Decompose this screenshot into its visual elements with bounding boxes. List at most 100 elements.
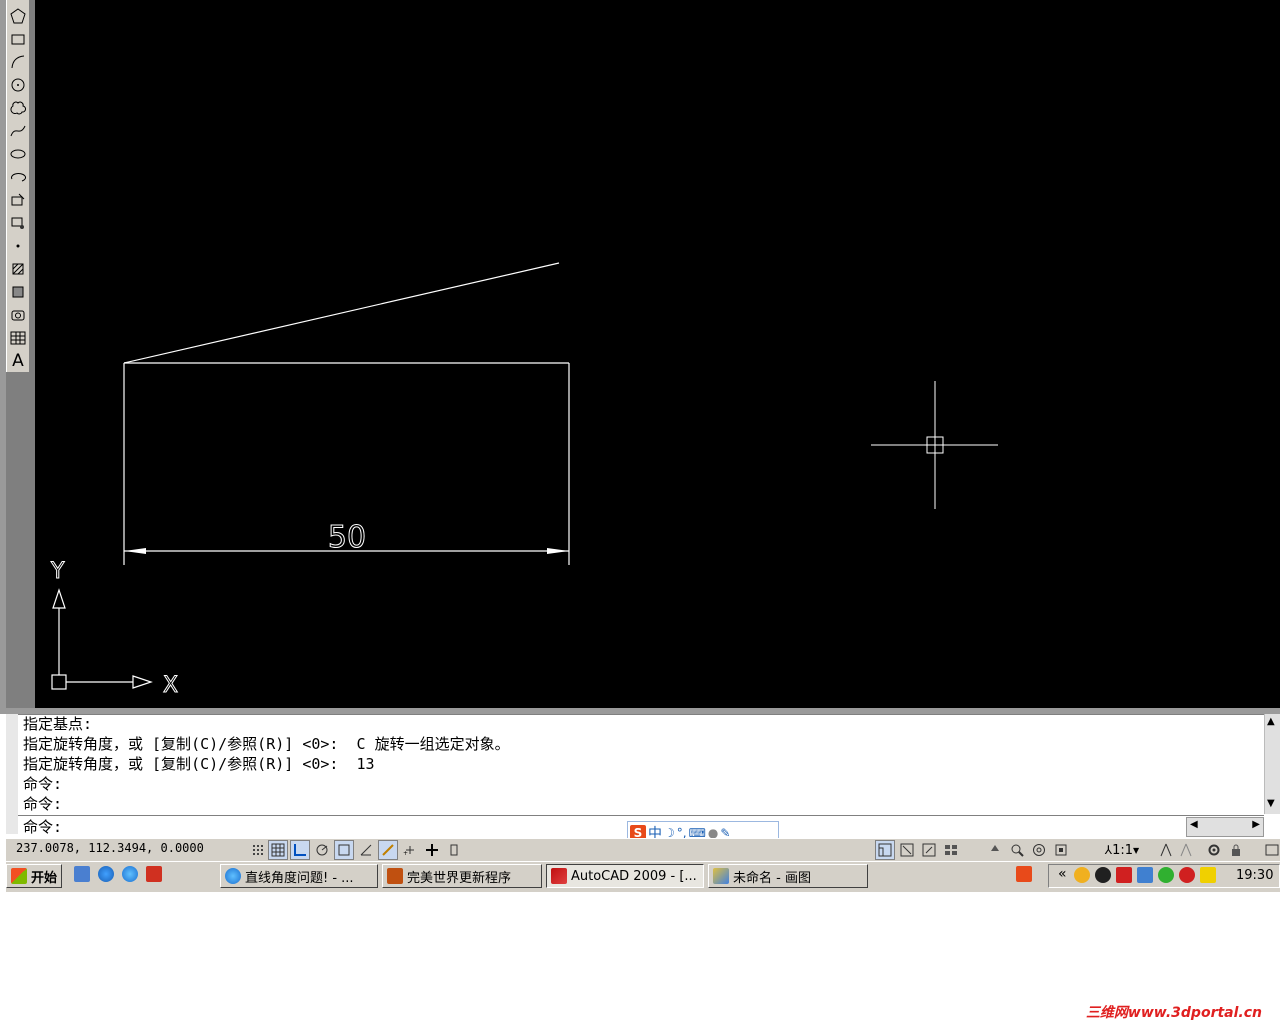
command-window-grip[interactable] <box>6 714 18 834</box>
sogou-taskbar-icon[interactable] <box>1016 866 1032 882</box>
auto-scale-icon[interactable] <box>1176 840 1196 860</box>
svg-text:+: + <box>403 850 408 857</box>
scroll-up-icon[interactable]: ▲ <box>1267 716 1275 727</box>
scroll-left-icon[interactable]: ◀ <box>1190 819 1198 830</box>
otrack-icon[interactable] <box>356 840 376 860</box>
task-label: 完美世界更新程序 <box>407 870 512 886</box>
region-icon[interactable] <box>9 305 27 325</box>
annotation-scale-value: 1:1 <box>1112 842 1134 858</box>
annotation-visibility-icon[interactable] <box>1156 840 1176 860</box>
toolbar-dock-area <box>6 372 29 712</box>
quick-launch <box>74 866 162 882</box>
ortho-mode-icon[interactable] <box>290 840 310 860</box>
task-ie-window[interactable]: 直线角度问题! - ... <box>220 864 378 888</box>
scroll-right-icon[interactable]: ▶ <box>1252 819 1260 830</box>
tray-icons <box>1074 867 1216 883</box>
chevron-down-icon: ▼ <box>1133 845 1140 855</box>
command-history-line: 命令: <box>23 775 63 793</box>
globe-icon[interactable] <box>98 866 114 882</box>
spline-icon[interactable] <box>9 121 27 141</box>
game-updater-icon <box>387 868 403 884</box>
watermark: 三维网www.3dportal.cn <box>1085 1005 1262 1021</box>
task-paint[interactable]: 未命名 - 画图 <box>708 864 868 888</box>
pan-icon[interactable] <box>985 840 1005 860</box>
scroll-down-icon[interactable]: ▼ <box>1267 798 1275 809</box>
showmotion-icon[interactable] <box>1051 840 1071 860</box>
make-block-icon[interactable] <box>9 213 27 233</box>
circle-icon[interactable] <box>9 75 27 95</box>
network-icon[interactable] <box>1137 867 1153 883</box>
crosshair-cursor <box>871 381 998 509</box>
paint-icon <box>713 868 729 884</box>
drawing-canvas[interactable]: 50 Y X <box>35 0 1280 708</box>
ie-icon[interactable] <box>122 866 138 882</box>
autocad-icon <box>551 868 567 884</box>
polygon-icon[interactable] <box>9 6 27 26</box>
point-icon[interactable] <box>9 236 27 256</box>
dimension-text: 50 <box>328 520 366 555</box>
security-icon[interactable] <box>1116 867 1132 883</box>
polar-tracking-icon[interactable] <box>312 840 332 860</box>
ellipse-arc-icon[interactable] <box>9 167 27 187</box>
clean-screen-icon[interactable] <box>1262 840 1280 860</box>
horizontal-scrollbar[interactable]: ◀ ▶ <box>1186 817 1264 837</box>
gradient-icon[interactable] <box>9 282 27 302</box>
snap-mode-icon[interactable] <box>248 840 268 860</box>
model-space-icon[interactable] <box>875 840 895 860</box>
quick-properties-icon[interactable] <box>444 840 464 860</box>
ucs-x-label: X <box>163 673 178 698</box>
rectangle-icon[interactable] <box>9 29 27 49</box>
windows-logo-icon <box>11 868 27 884</box>
ucs-y-label: Y <box>50 559 65 584</box>
qq-icon[interactable] <box>1095 867 1111 883</box>
lock-icon[interactable] <box>1226 840 1246 860</box>
update-icon[interactable] <box>1158 867 1174 883</box>
command-scrollbar[interactable]: ▲ ▼ <box>1264 714 1280 814</box>
ie-icon <box>225 868 241 884</box>
antivirus-icon[interactable] <box>1179 867 1195 883</box>
dimension-arrow-left <box>124 548 146 554</box>
lightbulb-icon[interactable] <box>1074 867 1090 883</box>
revision-cloud-icon[interactable] <box>9 98 27 118</box>
ellipse-icon[interactable] <box>9 144 27 164</box>
start-button[interactable]: 开始 <box>6 864 62 888</box>
command-history-line: 命令: <box>23 795 63 813</box>
cursor-coordinates[interactable]: 237.0078, 112.3494, 0.0000 <box>16 841 204 855</box>
task-label: 直线角度问题! - ... <box>245 870 354 886</box>
solidworks-icon[interactable] <box>146 866 162 882</box>
dynamic-input-icon[interactable]: + <box>400 840 420 860</box>
multiline-text-icon[interactable]: A <box>9 351 27 371</box>
draw-toolbar: A <box>6 0 30 372</box>
start-label: 开始 <box>31 870 58 886</box>
command-history-line: 指定旋转角度，或 [复制(C)/参照(R)] <0>: 13 <box>23 755 375 773</box>
quick-view-icon[interactable] <box>941 840 961 860</box>
table-icon[interactable] <box>9 328 27 348</box>
task-perfect-world-updater[interactable]: 完美世界更新程序 <box>382 864 542 888</box>
dimension-arrow-right <box>547 548 569 554</box>
task-label: 未命名 - 画图 <box>733 870 811 886</box>
grid-display-icon[interactable] <box>268 840 288 860</box>
arc-icon[interactable] <box>9 52 27 72</box>
show-desktop-icon[interactable] <box>74 866 90 882</box>
command-history-line: 指定旋转角度，或 [复制(C)/参照(R)] <0>: C 旋转一组选定对象。 <box>23 735 510 753</box>
steering-wheel-icon[interactable] <box>1029 840 1049 860</box>
annotation-scale[interactable]: ⅄ 1:1 ▼ <box>1096 840 1148 860</box>
hatch-icon[interactable] <box>9 259 27 279</box>
task-autocad[interactable]: AutoCAD 2009 - [... <box>546 864 704 888</box>
dynamic-ucs-icon[interactable] <box>378 840 398 860</box>
system-clock[interactable]: 19:30 <box>1236 868 1273 883</box>
task-label: AutoCAD 2009 - [... <box>571 868 697 884</box>
workspace-gear-icon[interactable] <box>1204 840 1224 860</box>
clock-app-icon[interactable] <box>1200 867 1216 883</box>
lineweight-icon[interactable] <box>422 840 442 860</box>
annotation-scale-icon: ⅄ <box>1104 843 1113 857</box>
tray-expand-button[interactable]: « <box>1058 866 1067 882</box>
insert-block-icon[interactable] <box>9 190 27 210</box>
rotated-line[interactable] <box>123 262 560 364</box>
object-snap-icon[interactable] <box>334 840 354 860</box>
layout-icon[interactable] <box>897 840 917 860</box>
command-history-line: 指定基点: <box>23 715 93 733</box>
ucs-icon <box>51 588 153 690</box>
zoom-icon[interactable] <box>1007 840 1027 860</box>
layout-2-icon[interactable] <box>919 840 939 860</box>
